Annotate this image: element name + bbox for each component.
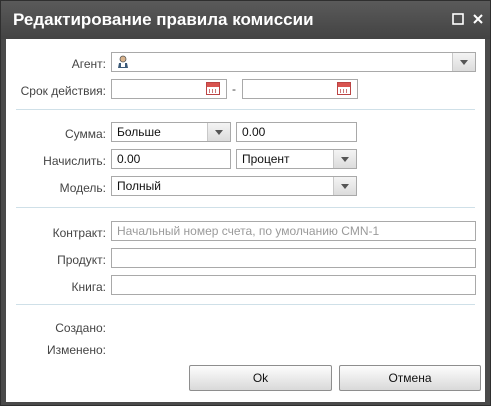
commission-rule-dialog: Редактирование правила комиссии Агент: С… (0, 0, 491, 406)
amount-operator-value: Больше (117, 125, 161, 139)
amount-operator-select[interactable]: Больше (111, 122, 231, 142)
chevron-down-icon[interactable] (452, 53, 475, 71)
section-divider (16, 109, 475, 110)
calendar-icon[interactable] (337, 82, 351, 95)
date-from-field[interactable] (111, 79, 227, 99)
model-value: Полный (117, 179, 161, 193)
date-separator: - (232, 82, 236, 96)
accrue-unit-select[interactable]: Процент (236, 149, 357, 169)
ok-button[interactable]: Ok (189, 365, 332, 391)
section-divider (16, 304, 475, 305)
date-to-field[interactable] (242, 79, 358, 99)
title-bar[interactable]: Редактирование правила комиссии (1, 1, 490, 39)
contract-label: Контракт: (52, 226, 106, 240)
dialog-content: Агент: Срок действия: - Сумма: Больше 0.… (6, 39, 485, 402)
agent-person-icon (118, 55, 128, 68)
book-input[interactable] (111, 275, 476, 295)
created-label: Создано: (55, 321, 106, 335)
maximize-icon (452, 13, 464, 25)
accrue-unit-value: Процент (242, 152, 290, 166)
amount-label: Сумма: (64, 127, 106, 141)
maximize-button[interactable] (451, 12, 465, 26)
chevron-down-icon[interactable] (207, 123, 230, 141)
close-icon (473, 14, 483, 24)
product-label: Продукт: (57, 253, 106, 267)
cancel-button[interactable]: Отмена (339, 365, 481, 391)
chevron-down-icon[interactable] (333, 177, 356, 195)
section-divider (16, 207, 475, 208)
dialog-title: Редактирование правила комиссии (13, 10, 314, 29)
product-input[interactable] (111, 248, 476, 268)
chevron-down-icon[interactable] (333, 150, 356, 168)
validity-label: Срок действия: (20, 84, 106, 98)
close-button[interactable] (471, 12, 485, 26)
calendar-icon[interactable] (206, 82, 220, 95)
accrue-label: Начислить: (43, 154, 106, 168)
model-select[interactable]: Полный (111, 176, 357, 196)
contract-input[interactable] (111, 221, 476, 241)
amount-value-input[interactable] (236, 122, 357, 142)
modified-label: Изменено: (47, 343, 106, 357)
model-label: Модель: (59, 181, 106, 195)
accrue-value-input[interactable] (111, 149, 231, 169)
book-label: Книга: (71, 280, 106, 294)
agent-combobox[interactable] (111, 52, 476, 72)
agent-label: Агент: (71, 57, 106, 71)
